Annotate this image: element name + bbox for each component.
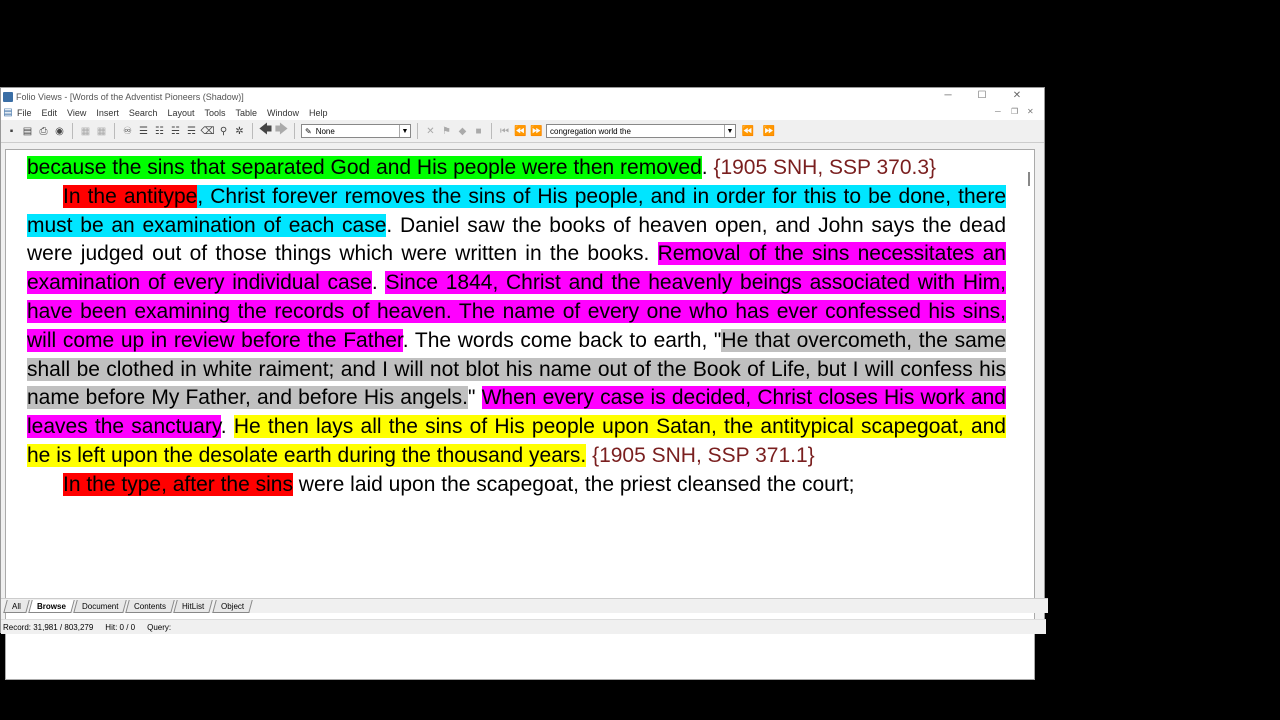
menu-tools[interactable]: Tools	[200, 108, 231, 118]
paragraph: In the antitype, Christ forever removes …	[27, 183, 1006, 471]
menu-table[interactable]: Table	[231, 108, 263, 118]
menu-view[interactable]: View	[63, 108, 92, 118]
query-edit-icon[interactable]: ☷	[153, 125, 166, 138]
query-status: Query:	[147, 622, 172, 632]
minimize-button[interactable]: ─	[933, 90, 963, 101]
app-icon	[3, 91, 13, 102]
toolbar-separator	[294, 123, 295, 139]
toolbar-separator	[252, 123, 253, 139]
forward-arrow-icon[interactable]: 🡆	[275, 121, 288, 138]
folio-views-window: Folio Views - [Words of the Adventist Pi…	[0, 87, 1048, 680]
paragraph: because the sins that separated God and …	[27, 154, 1006, 183]
print-preview-icon[interactable]: ◉	[53, 125, 66, 138]
clear-query-icon[interactable]: ⌫	[200, 125, 214, 138]
chevron-down-icon[interactable]: ▼	[724, 125, 735, 137]
copy-icon[interactable]: ▦	[95, 125, 108, 138]
previous-hit-icon[interactable]: ⏪	[514, 125, 527, 138]
magnifier-icon[interactable]: ⚲	[217, 125, 230, 138]
menu-file[interactable]: File	[13, 108, 38, 118]
window-title: Folio Views - [Words of the Adventist Pi…	[16, 91, 244, 102]
tab-contents[interactable]: Contents	[125, 599, 176, 613]
style-combo[interactable]: ✎ None ▼	[301, 124, 411, 138]
query-icon[interactable]: ☰	[137, 125, 150, 138]
text-run: . The words come back to earth, "	[402, 328, 722, 352]
scrollbar-thumb[interactable]	[1028, 172, 1030, 186]
text-run: "	[468, 386, 482, 410]
highlighter-icon: ✎	[305, 126, 312, 136]
text-run: .	[371, 271, 386, 295]
tab-all[interactable]: All	[3, 599, 30, 613]
menu-help[interactable]: Help	[305, 108, 334, 118]
query-combo-value: congregation world the	[550, 126, 631, 136]
print-icon[interactable]: ▤	[21, 125, 34, 138]
reference-citation: {1905 SNH, SSP 371.1}	[592, 443, 815, 467]
paragraph: In the type, after the sins were laid up…	[27, 471, 1006, 500]
next-hit-icon[interactable]: ⏩	[530, 125, 543, 138]
text-run: were laid upon the scapegoat, the priest…	[292, 472, 855, 496]
tab-contents-label: Contents	[134, 601, 167, 610]
reference-citation: {1905 SNH, SSP 370.3}	[713, 156, 937, 179]
menu-window[interactable]: Window	[263, 108, 305, 118]
toolbar-separator	[491, 123, 492, 139]
document-text: because the sins that separated God and …	[27, 154, 1006, 500]
menu-search[interactable]: Search	[125, 108, 164, 118]
tab-document[interactable]: Document	[73, 599, 128, 613]
title-bar: Folio Views - [Words of the Adventist Pi…	[1, 88, 1044, 105]
first-hit-icon[interactable]: ⏮	[498, 125, 511, 138]
toolbar-separator	[114, 123, 115, 139]
settings-icon[interactable]: ✲	[233, 125, 246, 138]
status-bar: Record: 31,981 / 803,279 Hit: 0 / 0 Quer…	[1, 619, 1046, 634]
tab-object[interactable]: Object	[211, 599, 253, 613]
tab-hitlist-label: HitList	[182, 601, 205, 610]
print-setup-icon[interactable]: ⎙	[37, 125, 50, 138]
tab-hitlist[interactable]: HitList	[173, 599, 214, 613]
note-icon[interactable]: ✕	[424, 125, 437, 138]
style-combo-value: None	[315, 126, 335, 136]
query-combo[interactable]: congregation world the ▼	[546, 124, 736, 138]
document-icon[interactable]: ▤	[3, 107, 13, 118]
record-status: Record: 31,981 / 803,279	[3, 622, 94, 632]
menu-bar: ▤ File Edit View Insert Search Layout To…	[1, 105, 1044, 120]
back-arrow-icon[interactable]: 🡄	[259, 121, 272, 138]
tab-object-label: Object	[220, 601, 244, 610]
bookmark-icon[interactable]: ◆	[456, 125, 469, 138]
search-results-icon[interactable]: ☴	[185, 125, 198, 138]
chevron-down-icon[interactable]: ▼	[399, 125, 410, 137]
menu-insert[interactable]: Insert	[92, 108, 125, 118]
text-run: .	[220, 415, 234, 439]
toolbar-separator	[72, 123, 73, 139]
cut-icon[interactable]: ▦	[79, 125, 92, 138]
previous-document-hit-icon[interactable]: ⏪	[739, 125, 757, 138]
text-run: .	[701, 156, 714, 179]
highlight-green: because the sins that separated God and …	[27, 156, 702, 179]
save-icon[interactable]: ▪	[5, 125, 18, 138]
close-button[interactable]: ✕	[1002, 90, 1032, 101]
toolbar-separator	[417, 123, 418, 139]
highlight-red: In the type, after the sins	[63, 472, 293, 496]
binoculars-icon[interactable]: ♾	[121, 125, 134, 138]
next-document-hit-icon[interactable]: ⏩	[760, 125, 778, 138]
doc-restore-button[interactable]: ❐	[1011, 107, 1018, 116]
hit-status: Hit: 0 / 0	[105, 622, 136, 632]
highlight-red: In the antitype	[63, 184, 198, 208]
vertical-scrollbar[interactable]	[1026, 172, 1032, 198]
advanced-query-icon[interactable]: ☵	[169, 125, 182, 138]
tab-browse[interactable]: Browse	[28, 599, 75, 613]
toolbar: ▪ ▤ ⎙ ◉ ▦ ▦ ♾ ☰ ☷ ☵ ☴ ⌫ ⚲ ✲ 🡄 🡆 ✎ None ▼…	[1, 120, 1044, 143]
tab-all-label: All	[12, 601, 22, 610]
doc-minimize-button[interactable]: ─	[995, 107, 1001, 116]
maximize-button[interactable]: ☐	[967, 90, 997, 101]
menu-layout[interactable]: Layout	[163, 108, 200, 118]
view-tabs: All Browse Document Contents HitList Obj…	[1, 598, 1048, 613]
doc-close-button[interactable]: ✕	[1027, 107, 1034, 116]
object-icon[interactable]: ■	[472, 125, 485, 138]
tab-document-label: Document	[81, 601, 119, 610]
popup-icon[interactable]: ⚑	[440, 125, 453, 138]
tab-browse-label: Browse	[37, 601, 66, 610]
menu-edit[interactable]: Edit	[38, 108, 64, 118]
